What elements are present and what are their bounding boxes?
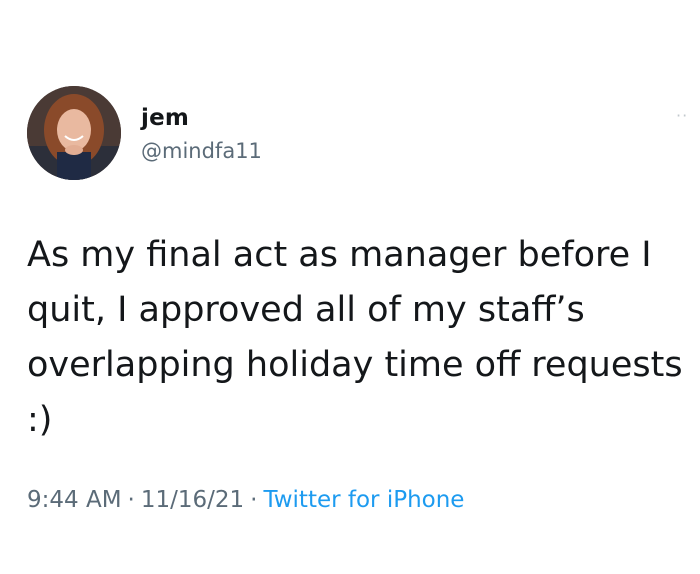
- tweet-text: As my final act as manager before I quit…: [27, 235, 683, 440]
- avatar-photo: [27, 86, 121, 180]
- user-handle[interactable]: @mindfa11: [141, 139, 262, 163]
- avatar[interactable]: [27, 86, 121, 180]
- more-dots-icon[interactable]: ··: [676, 106, 688, 125]
- tweet-time[interactable]: 9:44 AM: [27, 487, 122, 513]
- display-name[interactable]: jem: [141, 105, 189, 131]
- tweet-meta: 9:44 AM · 11/16/21 · Twitter for iPhone: [27, 487, 464, 513]
- tweet-date[interactable]: 11/16/21: [141, 487, 244, 513]
- meta-separator: ·: [250, 487, 258, 513]
- tweet-card: jem @mindfa11 ·· As my final act as mana…: [0, 0, 700, 574]
- meta-separator: ·: [127, 487, 135, 513]
- tweet-source[interactable]: Twitter for iPhone: [263, 487, 464, 513]
